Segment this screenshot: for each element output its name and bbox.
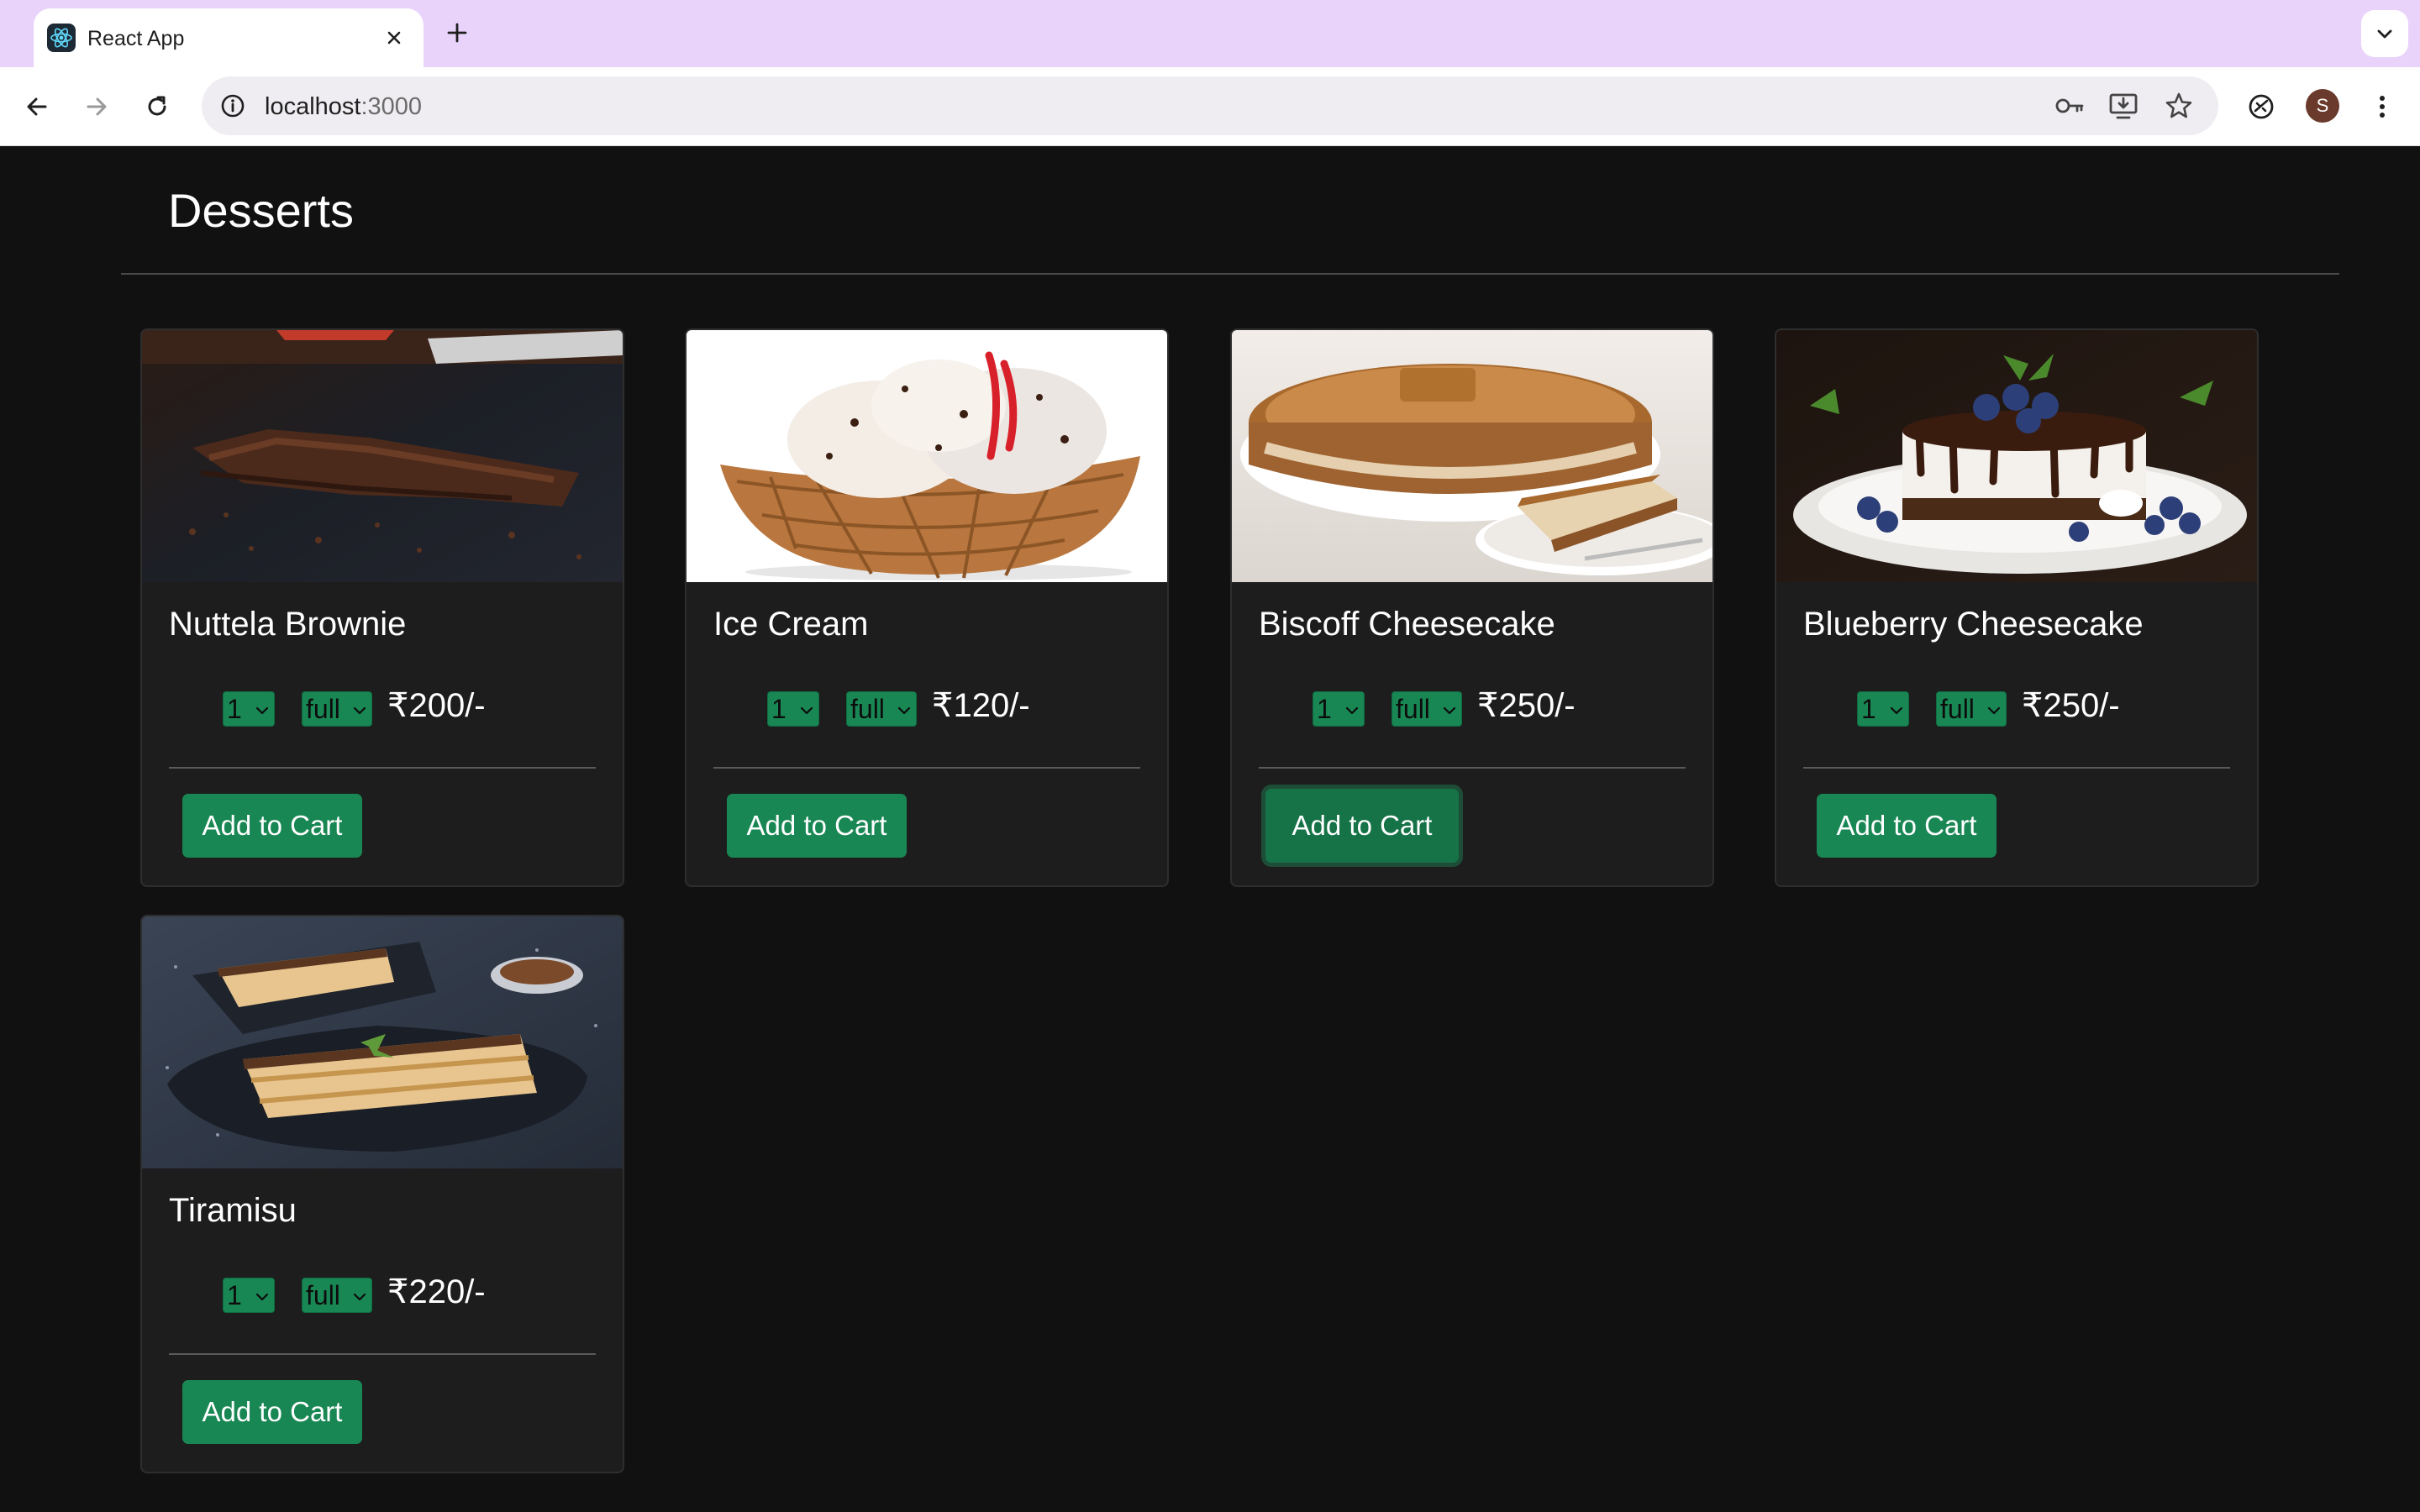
quantity-select[interactable]: 1	[223, 1278, 275, 1313]
chevron-down-icon	[255, 1293, 269, 1301]
chevron-down-icon	[1987, 706, 2001, 715]
arrow-right-icon[interactable]	[77, 87, 116, 126]
arrow-left-icon[interactable]	[18, 87, 56, 126]
size-value: full	[306, 1279, 340, 1310]
tab-title: React App	[87, 27, 185, 50]
size-value: full	[1396, 693, 1430, 724]
quantity-select[interactable]: 1	[1313, 691, 1365, 727]
price: ₹120/-	[932, 687, 1030, 724]
product-name: Biscoff Cheesecake	[1259, 606, 1555, 643]
product-image	[687, 330, 1167, 582]
kebab-menu-icon[interactable]	[2363, 87, 2402, 126]
react-logo-icon	[47, 24, 76, 52]
price: ₹250/-	[2022, 687, 2120, 724]
quantity-value: 1	[227, 1279, 242, 1310]
url-text: localhost:3000	[265, 93, 422, 121]
add-to-cart-button[interactable]: Add to Cart	[727, 794, 907, 858]
size-select[interactable]: full	[302, 691, 372, 727]
card-divider	[1259, 767, 1686, 769]
price: ₹250/-	[1477, 687, 1576, 724]
product-image	[142, 330, 623, 582]
title-divider	[121, 273, 2339, 275]
add-to-cart-button[interactable]: Add to Cart	[1265, 789, 1459, 863]
size-value: full	[306, 693, 340, 724]
chevron-down-icon	[353, 1293, 366, 1301]
star-icon[interactable]	[2160, 87, 2198, 125]
chevron-down-icon	[255, 706, 269, 715]
product-card: Tiramisu 1 full ₹220/- Add to Cart	[140, 915, 624, 1473]
product-card: Blueberry Cheesecake 1 full ₹250/- Add t…	[1775, 328, 2259, 887]
size-select[interactable]: full	[302, 1278, 372, 1313]
product-card: Nuttela Brownie 1 full ₹200/- Add to Car…	[140, 328, 624, 887]
info-icon[interactable]	[213, 87, 252, 125]
size-select[interactable]: full	[1392, 691, 1462, 727]
size-select[interactable]: full	[1936, 691, 2007, 727]
add-to-cart-button[interactable]: Add to Cart	[182, 1380, 362, 1444]
chevron-down-icon[interactable]	[2361, 10, 2408, 57]
page-title: Desserts	[168, 184, 354, 237]
product-card: Ice Cream 1 full ₹120/- Add to Cart	[685, 328, 1169, 887]
avatar[interactable]: S	[2306, 89, 2339, 123]
product-name: Nuttela Brownie	[169, 606, 407, 643]
add-to-cart-button[interactable]: Add to Cart	[182, 794, 362, 858]
product-image	[1776, 330, 2257, 582]
price: ₹200/-	[387, 687, 486, 724]
url-host: localhost	[265, 93, 361, 120]
quantity-value: 1	[1861, 693, 1876, 724]
product-image	[142, 916, 623, 1168]
size-select[interactable]: full	[846, 691, 917, 727]
chevron-down-icon	[1443, 706, 1456, 715]
add-to-cart-button[interactable]: Add to Cart	[1817, 794, 1996, 858]
chevron-down-icon	[353, 706, 366, 715]
product-name: Blueberry Cheesecake	[1803, 606, 2144, 643]
browser-toolbar: localhost:3000	[0, 67, 2420, 146]
address-bar[interactable]: localhost:3000	[202, 76, 2218, 135]
browser-tab-bar: React App	[0, 0, 2420, 67]
plus-icon[interactable]	[439, 15, 475, 50]
install-app-icon[interactable]	[2104, 87, 2143, 125]
size-value: full	[1940, 693, 1975, 724]
extension-icon[interactable]	[2242, 87, 2281, 126]
chevron-down-icon	[897, 706, 911, 715]
card-divider	[713, 767, 1140, 769]
product-name: Tiramisu	[169, 1192, 297, 1229]
quantity-select[interactable]: 1	[767, 691, 819, 727]
chevron-down-icon	[1890, 706, 1903, 715]
price: ₹220/-	[387, 1273, 486, 1310]
product-name: Ice Cream	[713, 606, 869, 643]
product-image	[1232, 330, 1712, 582]
quantity-value: 1	[1317, 693, 1332, 724]
browser-tab[interactable]: React App	[34, 8, 424, 67]
url-port: :3000	[360, 93, 423, 120]
quantity-select[interactable]: 1	[1857, 691, 1909, 727]
size-value: full	[850, 693, 885, 724]
quantity-value: 1	[227, 693, 242, 724]
card-divider	[169, 767, 596, 769]
reload-icon[interactable]	[138, 87, 176, 126]
chevron-down-icon	[800, 706, 813, 715]
card-divider	[1803, 767, 2230, 769]
product-card: Biscoff Cheesecake 1 full ₹250/- Add to …	[1230, 328, 1714, 887]
key-icon[interactable]	[2050, 87, 2089, 125]
quantity-value: 1	[771, 693, 786, 724]
close-icon[interactable]	[380, 24, 408, 52]
chevron-down-icon	[1345, 706, 1359, 715]
quantity-select[interactable]: 1	[223, 691, 275, 727]
card-divider	[169, 1353, 596, 1355]
